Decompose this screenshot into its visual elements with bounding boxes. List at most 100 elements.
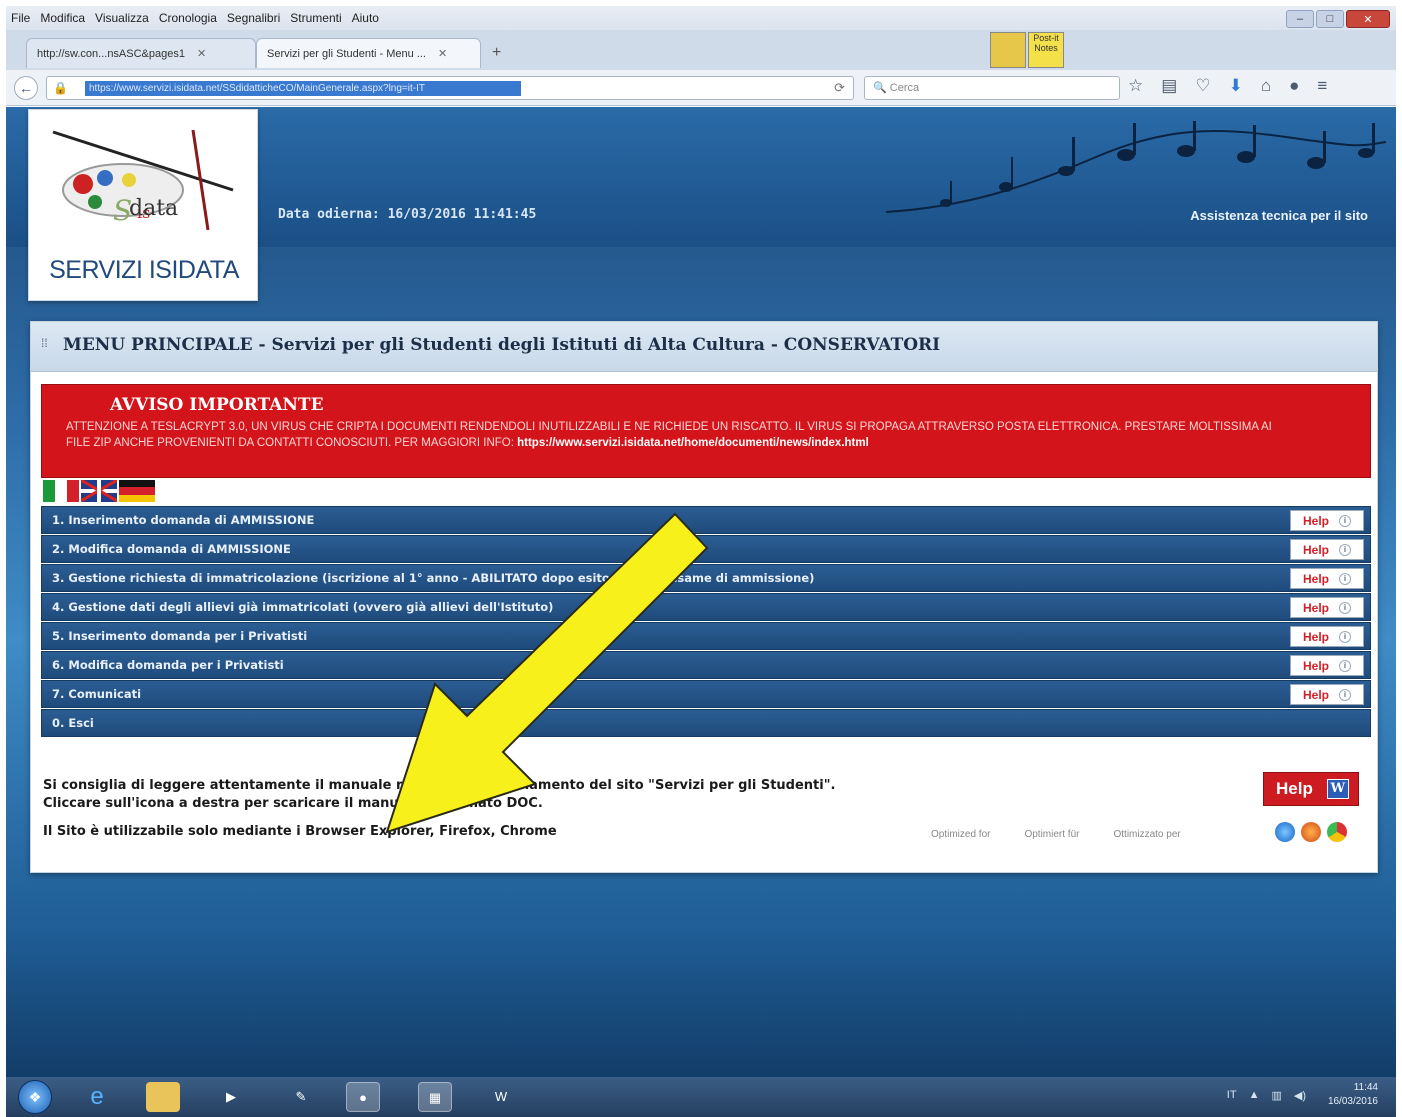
search-icon: 🔍 <box>873 82 890 94</box>
tab-close-icon[interactable]: ✕ <box>438 47 447 60</box>
post-it-notes-icon[interactable]: Post-it Notes <box>1028 32 1064 68</box>
help-info-icon: i <box>1339 543 1351 556</box>
toolbar-icons: ☆ ▤ ♡ ⬇ ⌂ ● ≡ <box>1128 76 1327 96</box>
paint-icon[interactable]: ✎ <box>284 1082 318 1112</box>
yellow-pointer-arrow-icon <box>385 512 709 834</box>
menu-hamburger-icon[interactable]: ≡ <box>1317 76 1327 96</box>
download-icon[interactable]: ⬇ <box>1229 76 1243 96</box>
isidata-logo: S is data SERVIZI ISIDATA <box>28 109 258 301</box>
menu-visualizza[interactable]: Visualizza <box>90 11 154 25</box>
firefox-icon <box>1301 822 1321 842</box>
internet-explorer-icon <box>1275 822 1295 842</box>
reload-icon[interactable]: ⟳ <box>834 80 845 96</box>
language-indicator[interactable]: IT <box>1227 1089 1237 1102</box>
menu-item-label[interactable]: 1. Inserimento domanda di AMMISSIONE <box>42 513 314 527</box>
system-tray: IT ▲ ▥ ◀) <box>1227 1089 1306 1102</box>
new-tab-icon[interactable]: + <box>492 44 501 62</box>
page-content: S is data SERVIZI ISIDATA Data odierna: … <box>6 107 1396 1077</box>
media-player-icon[interactable]: ▶ <box>214 1082 248 1112</box>
word-task-icon[interactable]: W <box>484 1082 518 1112</box>
maximize-button[interactable]: □ <box>1316 10 1344 28</box>
menu-cronologia[interactable]: Cronologia <box>154 11 222 25</box>
search-input[interactable]: 🔍 Cerca <box>864 76 1120 100</box>
tab-label: http://sw.con...nsASC&pages1 <box>37 47 185 60</box>
panel-header: ⁞⁞ MENU PRINCIPALE - Servizi per gli Stu… <box>31 322 1377 372</box>
tab-1[interactable]: http://sw.con...nsASC&pages1 ✕ <box>26 38 256 68</box>
minimize-button[interactable]: – <box>1286 10 1314 28</box>
manual-download-button[interactable]: Help W <box>1263 772 1359 806</box>
help-label: Help <box>1302 600 1329 615</box>
current-date: Data odierna: 16/03/2016 11:41:45 <box>278 207 537 222</box>
windows-taskbar: ❖ e ▶ ✎ ● ▦ W IT ▲ ▥ ◀) 11:44 16/03/2016 <box>6 1077 1396 1117</box>
menu-aiuto[interactable]: Aiuto <box>347 11 384 25</box>
file-explorer-icon[interactable] <box>146 1082 180 1112</box>
optimized-labels: Optimized for Optimiert für Ottimizzato … <box>931 829 1181 840</box>
help-info-icon: i <box>1339 688 1351 701</box>
close-window-button[interactable]: ✕ <box>1346 10 1390 28</box>
help-label: Help <box>1302 542 1329 557</box>
bookmark-star-icon[interactable]: ☆ <box>1128 76 1143 96</box>
sticky-notes-task-icon[interactable]: ▦ <box>418 1082 452 1112</box>
tab-close-icon[interactable]: ✕ <box>197 47 206 60</box>
notice-text: ATTENZIONE A TESLACRYPT 3.0, UN VIRUS CH… <box>66 419 1296 451</box>
uk-flag-icon[interactable] <box>81 480 117 502</box>
notice-title: AVVISO IMPORTANTE <box>110 395 324 415</box>
page-title: MENU PRINCIPALE - Servizi per gli Studen… <box>63 335 941 355</box>
chat-icon[interactable]: ● <box>1289 76 1299 96</box>
network-icon[interactable]: ▥ <box>1271 1089 1281 1102</box>
back-arrow-icon[interactable]: ← <box>14 76 38 100</box>
menu-file[interactable]: File <box>6 11 35 25</box>
logo-title: SERVIZI ISIDATA <box>49 256 239 284</box>
chrome-icon <box>1327 822 1347 842</box>
german-flag-icon[interactable] <box>119 480 155 502</box>
help-button[interactable]: Help i <box>1290 568 1364 589</box>
lock-icon: 🔒 <box>53 81 68 95</box>
tech-support-link[interactable]: Assistenza tecnica per il sito <box>1190 208 1368 223</box>
word-doc-icon: W <box>1326 779 1349 799</box>
clock-time: 11:44 <box>1353 1082 1378 1093</box>
help-button[interactable]: Help i <box>1290 684 1364 705</box>
optimized-label-de: Optimiert für <box>1024 829 1080 840</box>
sticky-notes-icon[interactable] <box>990 32 1026 68</box>
menu-item-label[interactable]: 2. Modifica domanda di AMMISSIONE <box>42 542 291 556</box>
menu-item-label[interactable]: 5. Inserimento domanda per i Privatisti <box>42 629 307 643</box>
menu-item-label[interactable]: 6. Modifica domanda per i Privatisti <box>42 658 284 672</box>
bookmarks-list-icon[interactable]: ▤ <box>1161 76 1177 96</box>
menu-item-label[interactable]: 0. Esci <box>42 716 94 730</box>
internet-explorer-task-icon[interactable]: e <box>80 1082 114 1112</box>
menu-segnalibri[interactable]: Segnalibri <box>222 11 285 25</box>
help-info-icon: i <box>1339 572 1351 585</box>
help-button[interactable]: Help i <box>1290 626 1364 647</box>
browser-tabbar: http://sw.con...nsASC&pages1 ✕ Servizi p… <box>6 30 1396 70</box>
home-icon[interactable]: ⌂ <box>1261 76 1271 96</box>
window-controls: – □ ✕ <box>1286 10 1390 28</box>
optimized-label-it: Ottimizzato per <box>1113 829 1181 840</box>
main-menu-panel: ⁞⁞ MENU PRINCIPALE - Servizi per gli Stu… <box>30 321 1378 873</box>
help-button[interactable]: Help i <box>1290 539 1364 560</box>
volume-icon[interactable]: ◀) <box>1294 1089 1306 1102</box>
notice-link[interactable]: https://www.servizi.isidata.net/home/doc… <box>517 437 869 449</box>
menu-strumenti[interactable]: Strumenti <box>285 11 346 25</box>
logo-word: data <box>129 196 179 221</box>
site-header: S is data SERVIZI ISIDATA Data odierna: … <box>6 107 1396 301</box>
help-button[interactable]: Help i <box>1290 597 1364 618</box>
help-info-icon: i <box>1339 601 1351 614</box>
firefox-task-icon[interactable]: ● <box>346 1082 380 1112</box>
menu-modifica[interactable]: Modifica <box>35 11 90 25</box>
help-label: Help <box>1302 687 1329 702</box>
help-info-icon: i <box>1339 514 1351 527</box>
windows-start-icon[interactable]: ❖ <box>18 1080 52 1114</box>
menu-item-label[interactable]: 7. Comunicati <box>42 687 141 701</box>
italian-flag-icon[interactable] <box>43 480 79 502</box>
url-text[interactable]: https://www.servizi.isidata.net/SSdidatt… <box>85 81 521 96</box>
help-button[interactable]: Help i <box>1290 655 1364 676</box>
tab-2-active[interactable]: Servizi per gli Studenti - Menu ... ✕ <box>256 38 481 68</box>
optimized-label-en: Optimized for <box>931 829 991 840</box>
pocket-icon[interactable]: ♡ <box>1195 76 1210 96</box>
address-bar[interactable]: 🔒 https://www.servizi.isidata.net/SSdida… <box>46 76 854 100</box>
language-flags <box>43 480 155 502</box>
clock[interactable]: 11:44 16/03/2016 <box>1328 1081 1378 1109</box>
help-button[interactable]: Help i <box>1290 510 1364 531</box>
help-info-icon: i <box>1339 630 1351 643</box>
tray-arrow-icon[interactable]: ▲ <box>1249 1089 1260 1102</box>
